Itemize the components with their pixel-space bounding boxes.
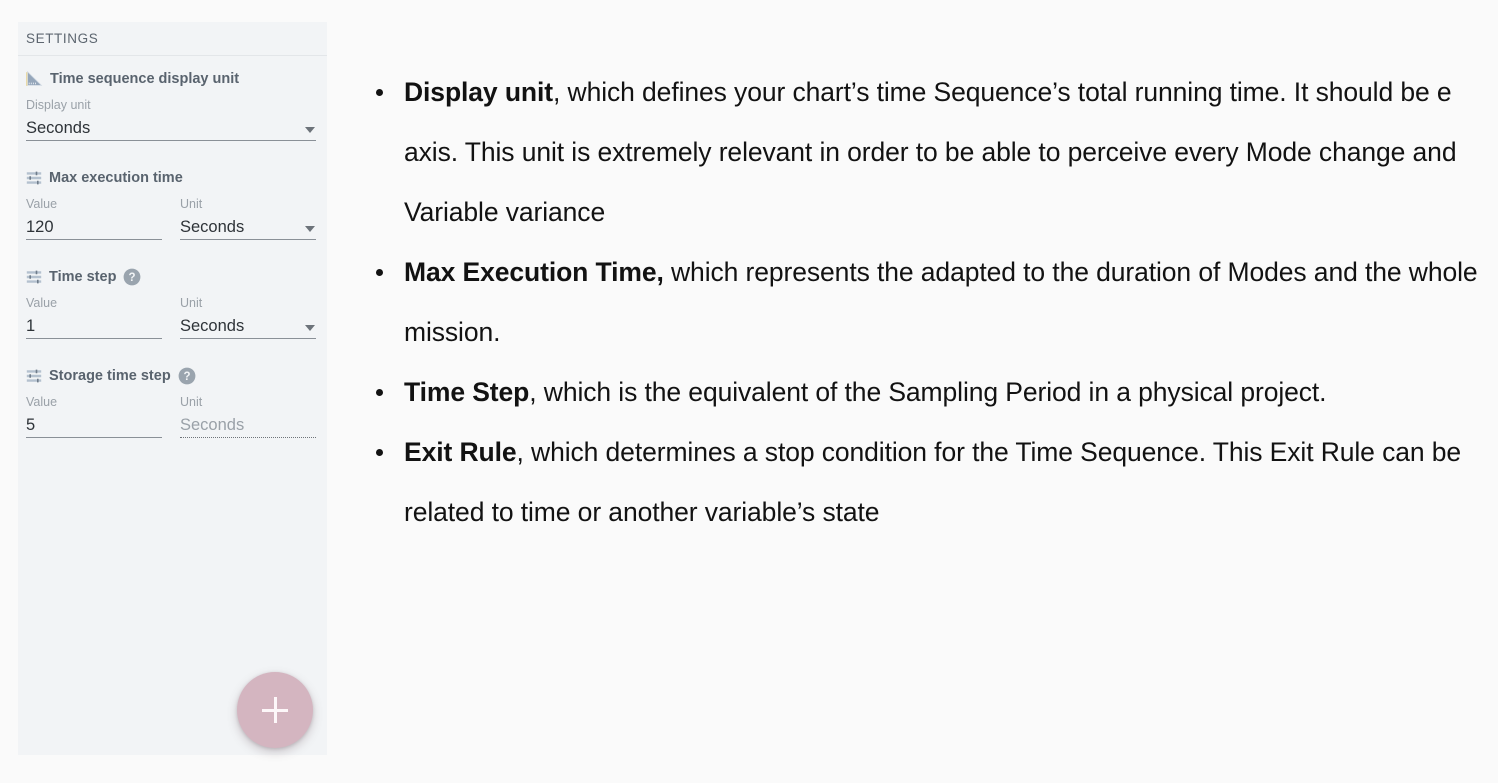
plus-icon — [262, 709, 288, 712]
field-row: Value 1 Unit Seconds — [26, 296, 317, 339]
tune-icon — [26, 171, 42, 185]
field-row: Value 5 Unit Seconds — [26, 395, 317, 438]
list-item-term: Time Step — [404, 377, 530, 407]
list-item-term: Max Execution Time, — [404, 257, 664, 287]
max-execution-time-unit-select[interactable]: Seconds — [180, 214, 316, 240]
list-item-term: Display unit — [404, 77, 553, 107]
section-time-sequence-display-unit: Time sequence display unit Display unit … — [26, 70, 317, 141]
help-icon[interactable]: ? — [178, 367, 196, 385]
tune-icon — [26, 369, 42, 383]
document-content: Display unit, which defines your chart’s… — [360, 62, 1495, 542]
section-time-step: Time step ? Value 1 Unit Seconds — [26, 268, 317, 339]
ruler-triangle-icon — [26, 71, 43, 87]
svg-text:?: ? — [129, 272, 136, 284]
settings-panel-body: Time sequence display unit Display unit … — [18, 56, 327, 438]
section-title: Time step — [49, 269, 117, 285]
display-unit-select[interactable]: Seconds — [26, 115, 316, 141]
section-title: Time sequence display unit — [50, 71, 240, 87]
field-value: 120 — [26, 217, 54, 236]
field-display-unit: Display unit Seconds — [26, 98, 316, 141]
field-label: Unit — [180, 395, 203, 409]
field-max-execution-time-value: Value 120 — [26, 197, 162, 240]
chevron-down-icon — [305, 226, 315, 232]
storage-time-step-value-input[interactable]: 5 — [26, 412, 162, 438]
help-icon[interactable]: ? — [123, 268, 141, 286]
settings-panel-header: SETTINGS — [18, 22, 327, 56]
field-value: Seconds — [180, 415, 245, 434]
field-value: Seconds — [180, 217, 245, 236]
time-step-value-input[interactable]: 1 — [26, 313, 162, 339]
field-max-execution-time-unit: Unit Seconds — [180, 197, 316, 240]
field-label: Value — [26, 395, 58, 409]
field-storage-time-step-unit: Unit Seconds — [180, 395, 316, 438]
list-item-text: , which is the equivalent of the Samplin… — [529, 377, 1327, 407]
section-max-execution-time: Max execution time Value 120 Unit Second… — [26, 169, 317, 240]
storage-time-step-unit-input-disabled: Seconds — [180, 412, 316, 438]
svg-text:?: ? — [183, 371, 190, 383]
field-time-step-unit: Unit Seconds — [180, 296, 316, 339]
field-label: Value — [26, 197, 58, 211]
field-label: Value — [26, 296, 58, 310]
tune-icon — [26, 270, 42, 284]
section-header: Max execution time — [26, 169, 317, 187]
list-item-term: Exit Rule — [404, 437, 517, 467]
chevron-down-icon — [305, 325, 315, 331]
section-header: Time step ? — [26, 268, 317, 286]
field-label: Display unit — [26, 98, 91, 112]
field-row: Display unit Seconds — [26, 98, 317, 141]
field-value: 1 — [26, 316, 36, 335]
field-row: Value 120 Unit Seconds — [26, 197, 317, 240]
list-item: Time Step, which is the equivalent of th… — [376, 362, 1495, 422]
add-button[interactable] — [237, 672, 313, 748]
field-time-step-value: Value 1 — [26, 296, 162, 339]
section-title: Max execution time — [49, 170, 183, 186]
list-item-text: , which determines a stop condition for … — [404, 437, 1462, 527]
settings-panel-title: SETTINGS — [26, 31, 99, 46]
list-item: Exit Rule, which determines a stop condi… — [376, 422, 1495, 542]
max-execution-time-value-input[interactable]: 120 — [26, 214, 162, 240]
chevron-down-icon — [305, 127, 315, 133]
list-item: Max Execution Time, which represents the… — [376, 242, 1495, 362]
section-title: Storage time step — [49, 368, 171, 384]
settings-description-list: Display unit, which defines your chart’s… — [360, 62, 1495, 542]
list-item: Display unit, which defines your chart’s… — [376, 62, 1495, 242]
field-storage-time-step-value: Value 5 — [26, 395, 162, 438]
section-header: Storage time step ? — [26, 367, 317, 385]
time-step-unit-select[interactable]: Seconds — [180, 313, 316, 339]
settings-panel: SETTINGS Time sequence display unit Disp… — [18, 22, 327, 755]
field-value: Seconds — [180, 316, 245, 335]
field-value: 5 — [26, 415, 36, 434]
section-header: Time sequence display unit — [26, 70, 317, 88]
section-storage-time-step: Storage time step ? Value 5 Unit Seconds — [26, 367, 317, 438]
field-label: Unit — [180, 296, 203, 310]
field-value: Seconds — [26, 118, 91, 137]
list-item-text: , which defines your chart’s time Sequen… — [404, 77, 1457, 227]
field-label: Unit — [180, 197, 203, 211]
